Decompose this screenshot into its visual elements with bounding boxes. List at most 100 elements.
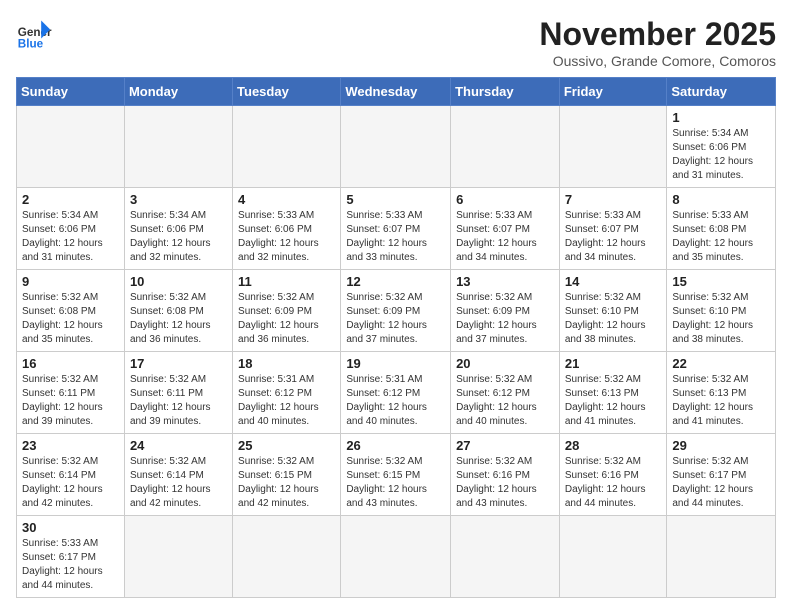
day-number: 12 (346, 274, 445, 289)
calendar-cell: 29Sunrise: 5:32 AM Sunset: 6:17 PM Dayli… (667, 434, 776, 516)
calendar-cell: 27 Sunrise: 5:32 AM Sunset: 6:16 PM Dayli… (451, 434, 560, 516)
calendar-cell (341, 106, 451, 188)
day-number: 11 (238, 274, 335, 289)
day-info: Sunrise: 5:32 AM Sunset: 6:11 PM Dayligh… (130, 373, 227, 429)
day-number: 15 (672, 274, 770, 289)
calendar-table: SundayMondayTuesdayWednesdayThursdayFrid… (16, 77, 776, 598)
day-info: Sunrise: 5:32 AM Sunset: 6:16 PM Dayligh… (565, 455, 662, 511)
day-info: Sunrise: 5:32 AM Sunset: 6:09 PM Dayligh… (456, 291, 554, 347)
day-number: 24 (130, 438, 227, 453)
day-info: Sunrise: 5:32 AM Sunset: 6:14 PM Dayligh… (130, 455, 227, 511)
calendar-cell: 21Sunrise: 5:32 AM Sunset: 6:13 PM Dayli… (559, 352, 667, 434)
day-number: 7 (565, 192, 662, 207)
day-number: 23 (22, 438, 119, 453)
day-number: 19 (346, 356, 445, 371)
calendar-cell (124, 106, 232, 188)
calendar-cell: 7 Sunrise: 5:33 AM Sunset: 6:07 PM Daylig… (559, 188, 667, 270)
calendar-week-2: 2Sunrise: 5:34 AM Sunset: 6:06 PM Daylig… (17, 188, 776, 270)
day-info: Sunrise: 5:32 AM Sunset: 6:12 PM Dayligh… (456, 373, 554, 429)
weekday-header-friday: Friday (559, 78, 667, 106)
weekday-header-tuesday: Tuesday (233, 78, 341, 106)
calendar-cell: 8 Sunrise: 5:33 AM Sunset: 6:08 PM Daylig… (667, 188, 776, 270)
day-info: Sunrise: 5:33 AM Sunset: 6:07 PM Dayligh… (346, 209, 445, 265)
calendar-cell: 9 Sunrise: 5:32 AM Sunset: 6:08 PM Daylig… (17, 270, 125, 352)
calendar-cell: 4Sunrise: 5:33 AM Sunset: 6:06 PM Daylig… (233, 188, 341, 270)
day-number: 18 (238, 356, 335, 371)
calendar-cell (559, 106, 667, 188)
day-info: Sunrise: 5:33 AM Sunset: 6:08 PM Dayligh… (672, 209, 770, 265)
day-info: Sunrise: 5:32 AM Sunset: 6:14 PM Dayligh… (22, 455, 119, 511)
weekday-header-sunday: Sunday (17, 78, 125, 106)
day-info: Sunrise: 5:32 AM Sunset: 6:13 PM Dayligh… (672, 373, 770, 429)
location-subtitle: Oussivo, Grande Comore, Comoros (539, 53, 776, 69)
day-number: 8 (672, 192, 770, 207)
day-info: Sunrise: 5:32 AM Sunset: 6:17 PM Dayligh… (672, 455, 770, 511)
calendar-cell (667, 516, 776, 598)
calendar-cell: 25Sunrise: 5:32 AM Sunset: 6:15 PM Dayli… (233, 434, 341, 516)
calendar-cell (124, 516, 232, 598)
day-number: 28 (565, 438, 662, 453)
day-number: 26 (346, 438, 445, 453)
day-number: 27 (456, 438, 554, 453)
day-number: 16 (22, 356, 119, 371)
day-info: Sunrise: 5:33 AM Sunset: 6:07 PM Dayligh… (565, 209, 662, 265)
calendar-week-4: 16 Sunrise: 5:32 AM Sunset: 6:11 PM Dayli… (17, 352, 776, 434)
day-number: 10 (130, 274, 227, 289)
calendar-cell: 24 Sunrise: 5:32 AM Sunset: 6:14 PM Dayli… (124, 434, 232, 516)
calendar-cell: 15Sunrise: 5:32 AM Sunset: 6:10 PM Dayli… (667, 270, 776, 352)
calendar-cell: 6Sunrise: 5:33 AM Sunset: 6:07 PM Daylig… (451, 188, 560, 270)
calendar-cell: 20 Sunrise: 5:32 AM Sunset: 6:12 PM Dayli… (451, 352, 560, 434)
day-info: Sunrise: 5:32 AM Sunset: 6:16 PM Dayligh… (456, 455, 554, 511)
calendar-cell: 22 Sunrise: 5:32 AM Sunset: 6:13 PM Dayli… (667, 352, 776, 434)
day-info: Sunrise: 5:32 AM Sunset: 6:09 PM Dayligh… (238, 291, 335, 347)
day-number: 25 (238, 438, 335, 453)
calendar-week-5: 23 Sunrise: 5:32 AM Sunset: 6:14 PM Dayli… (17, 434, 776, 516)
page-header: General Blue November 2025 Oussivo, Gran… (16, 16, 776, 69)
calendar-cell: 17 Sunrise: 5:32 AM Sunset: 6:11 PM Dayli… (124, 352, 232, 434)
calendar-cell: 19 Sunrise: 5:31 AM Sunset: 6:12 PM Dayli… (341, 352, 451, 434)
day-number: 6 (456, 192, 554, 207)
title-area: November 2025 Oussivo, Grande Comore, Co… (539, 16, 776, 69)
calendar-cell (17, 106, 125, 188)
calendar-cell: 12 Sunrise: 5:32 AM Sunset: 6:09 PM Dayli… (341, 270, 451, 352)
day-number: 13 (456, 274, 554, 289)
day-info: Sunrise: 5:32 AM Sunset: 6:08 PM Dayligh… (130, 291, 227, 347)
calendar-cell: 26Sunrise: 5:32 AM Sunset: 6:15 PM Dayli… (341, 434, 451, 516)
calendar-week-1: 1Sunrise: 5:34 AM Sunset: 6:06 PM Daylig… (17, 106, 776, 188)
calendar-week-6: 30Sunrise: 5:33 AM Sunset: 6:17 PM Dayli… (17, 516, 776, 598)
calendar-cell: 2Sunrise: 5:34 AM Sunset: 6:06 PM Daylig… (17, 188, 125, 270)
calendar-cell: 28 Sunrise: 5:32 AM Sunset: 6:16 PM Dayli… (559, 434, 667, 516)
day-info: Sunrise: 5:32 AM Sunset: 6:08 PM Dayligh… (22, 291, 119, 347)
calendar-cell: 10 Sunrise: 5:32 AM Sunset: 6:08 PM Dayli… (124, 270, 232, 352)
day-number: 22 (672, 356, 770, 371)
calendar-cell (559, 516, 667, 598)
calendar-cell: 30Sunrise: 5:33 AM Sunset: 6:17 PM Dayli… (17, 516, 125, 598)
day-number: 14 (565, 274, 662, 289)
day-number: 1 (672, 110, 770, 125)
day-info: Sunrise: 5:32 AM Sunset: 6:09 PM Dayligh… (346, 291, 445, 347)
day-number: 17 (130, 356, 227, 371)
calendar-cell (451, 516, 560, 598)
day-info: Sunrise: 5:32 AM Sunset: 6:11 PM Dayligh… (22, 373, 119, 429)
calendar-cell: 1Sunrise: 5:34 AM Sunset: 6:06 PM Daylig… (667, 106, 776, 188)
calendar-cell (233, 106, 341, 188)
day-number: 3 (130, 192, 227, 207)
day-info: Sunrise: 5:31 AM Sunset: 6:12 PM Dayligh… (238, 373, 335, 429)
calendar-cell: 16 Sunrise: 5:32 AM Sunset: 6:11 PM Dayli… (17, 352, 125, 434)
day-info: Sunrise: 5:33 AM Sunset: 6:17 PM Dayligh… (22, 537, 119, 593)
calendar-cell (341, 516, 451, 598)
day-number: 5 (346, 192, 445, 207)
weekday-header-thursday: Thursday (451, 78, 560, 106)
day-number: 20 (456, 356, 554, 371)
weekday-header-wednesday: Wednesday (341, 78, 451, 106)
svg-text:Blue: Blue (18, 38, 44, 51)
day-number: 9 (22, 274, 119, 289)
day-info: Sunrise: 5:31 AM Sunset: 6:12 PM Dayligh… (346, 373, 445, 429)
day-info: Sunrise: 5:34 AM Sunset: 6:06 PM Dayligh… (130, 209, 227, 265)
calendar-cell: 14Sunrise: 5:32 AM Sunset: 6:10 PM Dayli… (559, 270, 667, 352)
calendar-cell: 11 Sunrise: 5:32 AM Sunset: 6:09 PM Dayli… (233, 270, 341, 352)
weekday-header-row: SundayMondayTuesdayWednesdayThursdayFrid… (17, 78, 776, 106)
calendar-cell: 23 Sunrise: 5:32 AM Sunset: 6:14 PM Dayli… (17, 434, 125, 516)
calendar-week-3: 9 Sunrise: 5:32 AM Sunset: 6:08 PM Daylig… (17, 270, 776, 352)
month-title: November 2025 (539, 16, 776, 53)
